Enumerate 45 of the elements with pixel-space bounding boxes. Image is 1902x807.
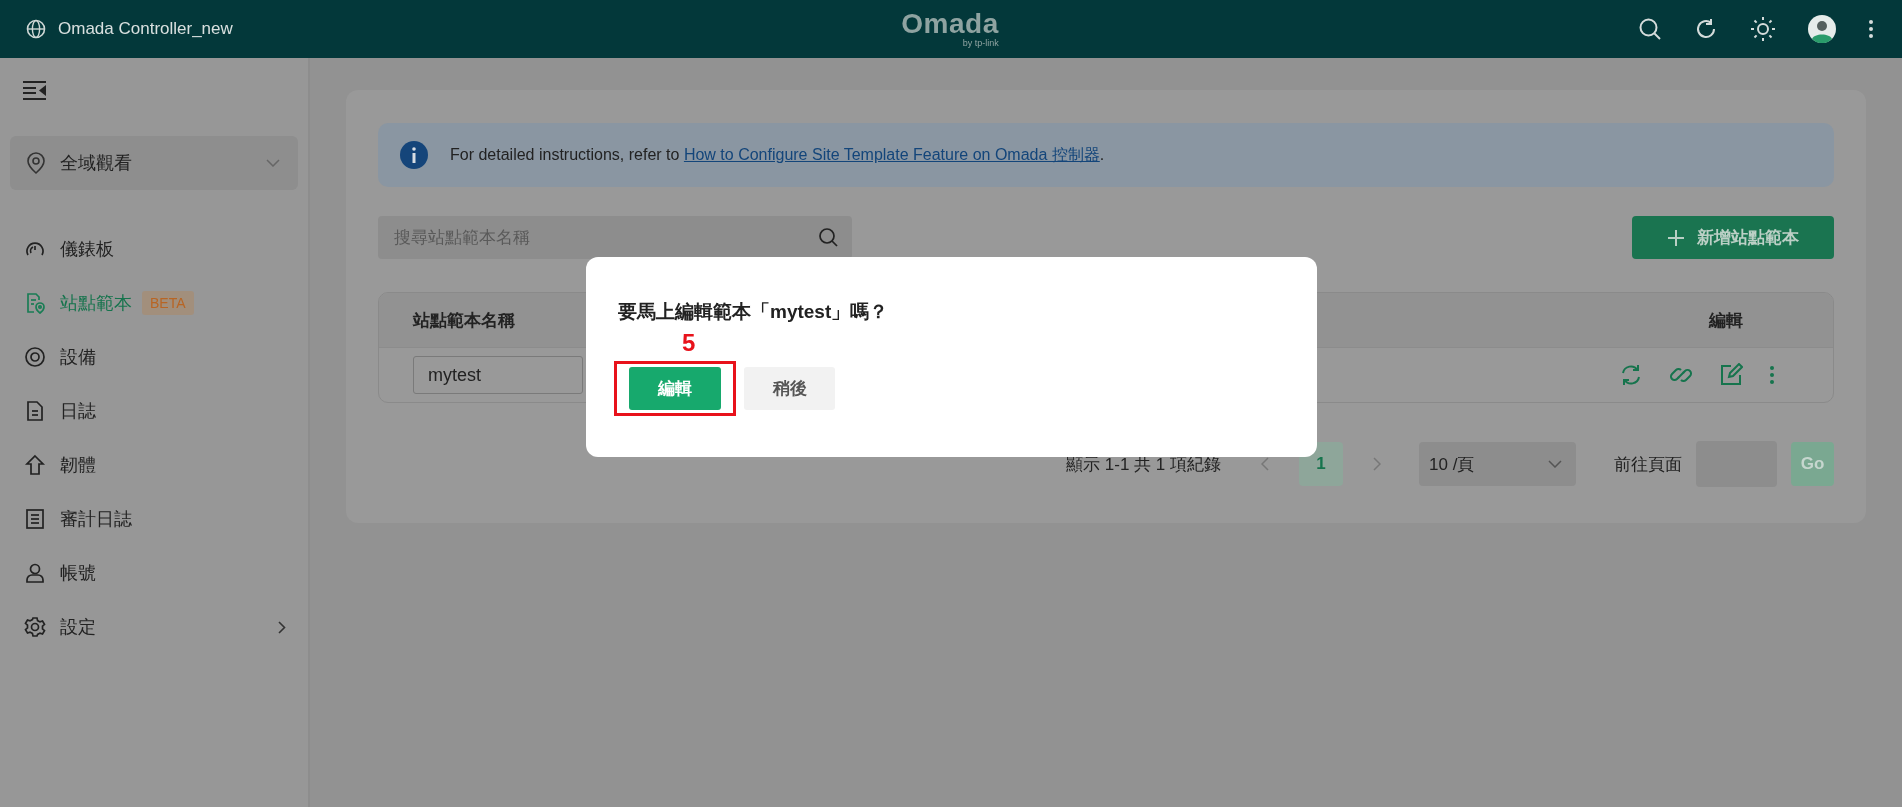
sidebar-item[interactable]: 韌體: [10, 438, 298, 492]
region-selector[interactable]: 全域觀看: [10, 136, 298, 190]
sidebar-item[interactable]: 設備: [10, 330, 298, 384]
upload-arrow-icon: [24, 454, 46, 476]
search-icon[interactable]: [818, 227, 838, 247]
gear-icon: [24, 616, 46, 638]
more-icon[interactable]: [1868, 19, 1874, 39]
sidebar-item[interactable]: 帳號: [10, 546, 298, 600]
user-icon: [24, 562, 46, 584]
collapse-menu-icon[interactable]: [22, 80, 48, 100]
globe-icon: [26, 19, 46, 39]
beta-tag: BETA: [142, 291, 194, 315]
sidebar-item[interactable]: 日誌: [10, 384, 298, 438]
sidebar-item[interactable]: 審計日誌: [10, 492, 298, 546]
logo-text: Omada: [901, 10, 999, 38]
step-number: 5: [682, 331, 697, 355]
chevron-right-icon: [278, 620, 286, 634]
column-header: 站點範本名稱: [413, 309, 515, 332]
info-icon: [400, 141, 428, 169]
chevron-down-icon: [266, 159, 280, 167]
goto-page-label: 前往頁面: [1614, 453, 1682, 476]
table-cell: mytest: [413, 356, 583, 394]
location-pin-icon: [26, 152, 46, 174]
document-icon: [24, 400, 46, 422]
list-icon: [24, 508, 46, 530]
chevron-down-icon: [1548, 460, 1562, 468]
sun-icon[interactable]: [1750, 16, 1776, 42]
document-pin-icon: [24, 292, 46, 314]
controller-name: Omada Controller_new: [58, 19, 233, 39]
refresh-icon[interactable]: [1694, 17, 1718, 41]
sidebar-item[interactable]: 設定: [10, 600, 298, 654]
logo-tagline: by tp-link: [962, 39, 999, 48]
avatar-icon[interactable]: [1808, 15, 1836, 43]
later-button[interactable]: 稍後: [744, 367, 835, 410]
instructions-text: For detailed instructions, refer to How to Configure Site Template Feature on Omada 控制器.: [450, 144, 1105, 165]
edit-button[interactable]: 編輯: [629, 367, 721, 410]
plus-icon: [1667, 228, 1685, 247]
dialog-title: 要馬上編輯範本「mytest」嗎？: [617, 300, 890, 324]
column-header: 編輯: [1709, 309, 1743, 332]
sidebar-item[interactable]: 儀錶板: [10, 222, 298, 276]
search-icon[interactable]: [1638, 17, 1662, 41]
help-link[interactable]: How to Configure Site Template Feature on Omada 控制器: [683, 145, 1100, 163]
add-template-button[interactable]: 新增站點範本: [1632, 216, 1834, 259]
page-size-select[interactable]: 10 /頁: [1419, 442, 1576, 486]
target-icon: [24, 346, 46, 368]
